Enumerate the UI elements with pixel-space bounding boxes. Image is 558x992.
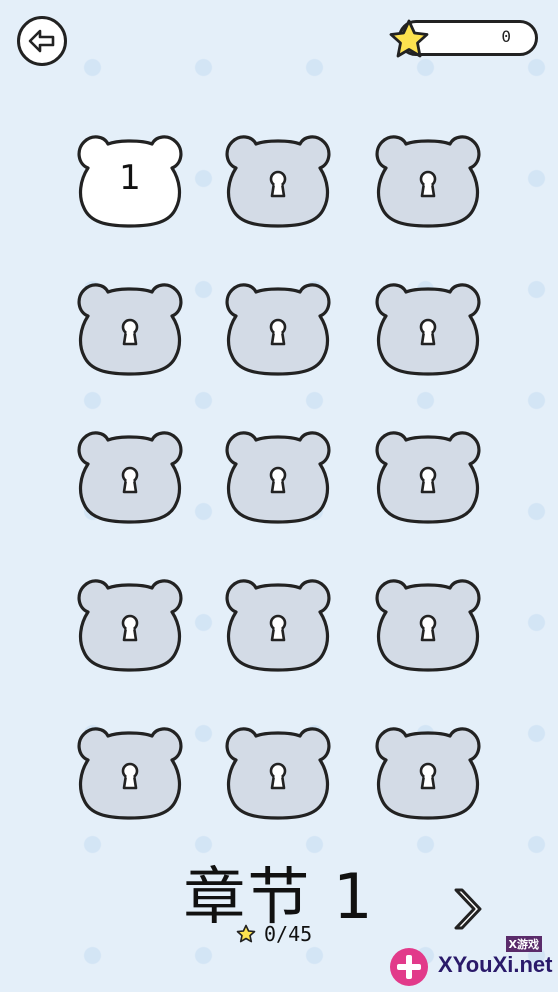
- keyhole-icon: [419, 614, 437, 642]
- keyhole-icon: [269, 762, 287, 790]
- level-button-locked[interactable]: [222, 124, 334, 228]
- level-number: 1: [119, 158, 141, 198]
- small-star-icon: [236, 924, 256, 943]
- bear-head-icon: [375, 579, 481, 672]
- level-button[interactable]: 1: [74, 124, 186, 228]
- chapter-progress: 0/45: [236, 922, 312, 946]
- bear-head-icon: [225, 135, 331, 228]
- level-button-locked[interactable]: [372, 716, 484, 820]
- bear-head-icon: [225, 727, 331, 820]
- keyhole-icon: [121, 466, 139, 494]
- watermark-main: XYouXi.net: [438, 952, 553, 977]
- bear-head-icon: [77, 727, 183, 820]
- progress-text: 0/45: [264, 922, 313, 946]
- watermark-top: X游戏: [505, 936, 542, 952]
- level-button-locked[interactable]: [74, 568, 186, 672]
- level-button-locked[interactable]: [222, 716, 334, 820]
- keyhole-icon: [121, 614, 139, 642]
- keyhole-icon: [269, 614, 287, 642]
- bear-head-icon: [77, 431, 183, 524]
- level-button-locked[interactable]: [74, 272, 186, 376]
- watermark: X游戏 XYouXi.net: [386, 936, 556, 990]
- keyhole-icon: [419, 170, 437, 198]
- bear-head-icon: [375, 135, 481, 228]
- keyhole-icon: [419, 318, 437, 346]
- level-button-locked[interactable]: [372, 272, 484, 376]
- gamepad-logo-icon: [390, 948, 428, 986]
- keyhole-icon: [121, 762, 139, 790]
- keyhole-icon: [269, 466, 287, 494]
- bear-head-icon: [375, 727, 481, 820]
- keyhole-icon: [121, 318, 139, 346]
- level-button-locked[interactable]: [372, 420, 484, 524]
- bear-head-icon: [225, 283, 331, 376]
- level-button-locked[interactable]: [372, 124, 484, 228]
- chevron-right-icon[interactable]: [446, 884, 486, 934]
- level-button-locked[interactable]: [222, 420, 334, 524]
- keyhole-icon: [419, 762, 437, 790]
- bear-head-icon: [77, 283, 183, 376]
- level-button-locked[interactable]: [74, 716, 186, 820]
- keyhole-icon: [419, 466, 437, 494]
- bear-head-icon: [375, 283, 481, 376]
- level-button-locked[interactable]: [372, 568, 484, 672]
- level-button-locked[interactable]: [74, 420, 186, 524]
- bear-head-icon: [225, 431, 331, 524]
- level-button-locked[interactable]: [222, 568, 334, 672]
- keyhole-icon: [269, 170, 287, 198]
- level-button-locked[interactable]: [222, 272, 334, 376]
- keyhole-icon: [269, 318, 287, 346]
- level-grid: 1: [0, 0, 558, 992]
- bear-head-icon: [77, 579, 183, 672]
- bear-head-icon: [225, 579, 331, 672]
- bear-head-icon: [375, 431, 481, 524]
